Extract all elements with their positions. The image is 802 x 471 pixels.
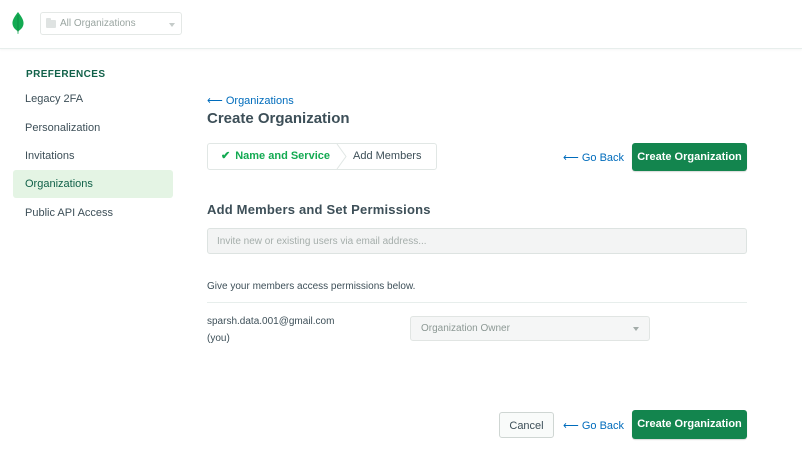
organization-selector-label: All Organizations bbox=[60, 18, 136, 29]
arrow-left-icon: ⟵ bbox=[207, 95, 223, 107]
sidebar-item-personalization[interactable]: Personalization bbox=[13, 114, 173, 142]
folder-icon bbox=[46, 18, 56, 28]
arrow-left-icon: ⟵ bbox=[563, 152, 579, 164]
go-back-label: Go Back bbox=[581, 152, 625, 164]
step-indicator: ✔ Name and Service Add Members bbox=[207, 143, 437, 170]
check-icon: ✔ bbox=[221, 150, 231, 162]
step-separator bbox=[336, 144, 347, 169]
caret-down-icon bbox=[169, 23, 175, 27]
step-name-and-service-label: Name and Service bbox=[235, 150, 330, 162]
member-role-select[interactable]: Organization Owner bbox=[410, 316, 650, 341]
caret-down-icon bbox=[633, 327, 639, 331]
page-title: Create Organization bbox=[207, 110, 350, 127]
sidebar-heading: PREFERENCES bbox=[26, 69, 106, 80]
permissions-hint: Give your members access permissions bel… bbox=[207, 281, 416, 292]
go-back-label: Go Back bbox=[581, 420, 625, 432]
member-role-value: Organization Owner bbox=[421, 323, 510, 334]
divider bbox=[207, 302, 747, 303]
go-back-link-top[interactable]: ⟵ Go Back bbox=[563, 151, 624, 164]
mongodb-leaf-icon[interactable] bbox=[11, 12, 25, 34]
member-you-note: (you) bbox=[207, 333, 230, 344]
back-to-organizations-link[interactable]: ⟵ Organizations bbox=[207, 94, 294, 107]
organization-selector[interactable]: All Organizations bbox=[40, 12, 182, 35]
sidebar-item-invitations[interactable]: Invitations bbox=[13, 142, 173, 170]
sidebar-item-organizations[interactable]: Organizations bbox=[13, 170, 173, 198]
step-add-members: Add Members bbox=[353, 150, 422, 162]
go-back-link-bottom[interactable]: ⟵ Go Back bbox=[563, 419, 624, 432]
arrow-left-icon: ⟵ bbox=[563, 420, 579, 432]
sidebar-item-public-api-access[interactable]: Public API Access bbox=[13, 199, 173, 227]
step-name-and-service[interactable]: ✔ Name and Service bbox=[208, 144, 339, 169]
back-link-label: Organizations bbox=[225, 95, 294, 107]
create-organization-button-bottom[interactable]: Create Organization bbox=[632, 410, 747, 439]
top-bar: All Organizations bbox=[0, 0, 802, 49]
cancel-button[interactable]: Cancel bbox=[499, 412, 554, 438]
sidebar-item-legacy-2fa[interactable]: Legacy 2FA bbox=[13, 85, 173, 113]
invite-members-input[interactable] bbox=[207, 228, 747, 254]
section-title: Add Members and Set Permissions bbox=[207, 202, 431, 217]
create-organization-button-top[interactable]: Create Organization bbox=[632, 143, 747, 171]
member-email: sparsh.data.001@gmail.com bbox=[207, 316, 335, 327]
